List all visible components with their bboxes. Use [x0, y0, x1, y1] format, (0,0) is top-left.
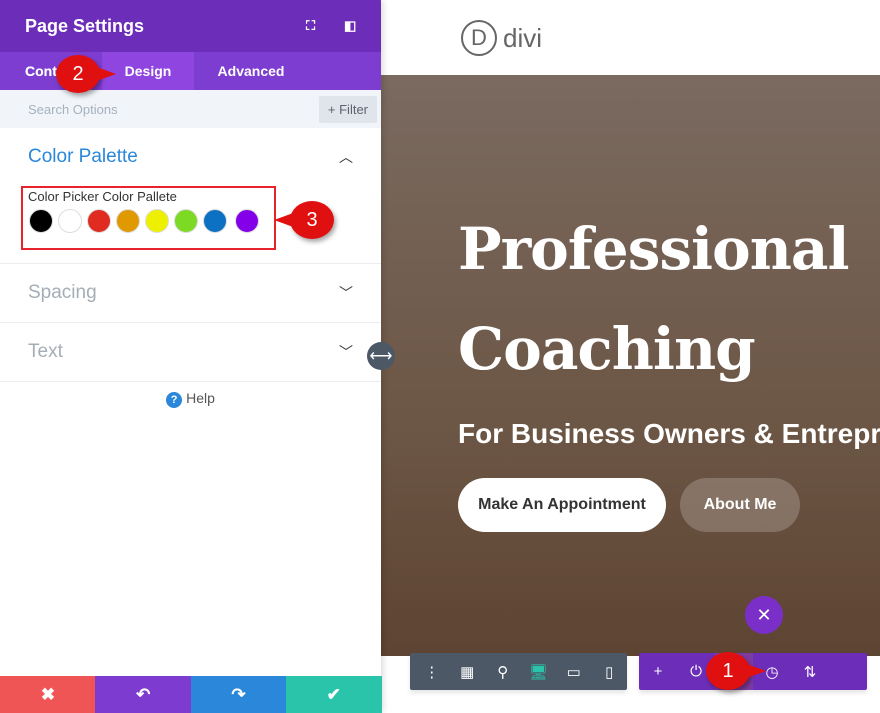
- hero-heading-line1: Professional: [458, 215, 850, 283]
- tablet-icon[interactable]: ▭: [556, 663, 592, 681]
- search-input[interactable]: Search Options: [28, 102, 118, 117]
- close-button[interactable]: ✕: [745, 596, 783, 634]
- help-icon: ?: [166, 392, 183, 408]
- section-title: Spacing: [28, 282, 97, 303]
- phone-icon[interactable]: ▯: [592, 663, 628, 681]
- logo-text: divi: [503, 22, 543, 53]
- color-swatch[interactable]: [58, 209, 82, 233]
- step-marker-1: 1: [706, 652, 766, 690]
- color-swatch[interactable]: [174, 209, 198, 233]
- color-swatch[interactable]: [235, 209, 259, 233]
- more-icon[interactable]: ⋮: [414, 663, 450, 681]
- section-title: Text: [28, 341, 63, 362]
- chevron-down-icon: ﹀: [339, 344, 353, 360]
- filter-button[interactable]: + Filter: [318, 95, 377, 123]
- appointment-button[interactable]: Make An Appointment: [458, 478, 666, 532]
- undo-button[interactable]: ↶: [95, 676, 192, 713]
- color-swatch[interactable]: [29, 209, 53, 233]
- redo-button[interactable]: ↷: [190, 676, 287, 713]
- view-toolbar: ⋮ ▦ ⚲ 🖥 ▭ ▯: [410, 653, 627, 690]
- chevron-up-icon: ︿: [339, 149, 353, 165]
- site-header: Ddivi: [381, 0, 880, 75]
- tab-advanced[interactable]: Advanced: [194, 52, 308, 90]
- hero-heading-line2: Coaching: [458, 315, 756, 383]
- sort-icon[interactable]: ⇅: [791, 663, 829, 681]
- palette-label: Color Picker Color Pallete: [28, 189, 177, 204]
- page-preview: Ddivi Professional Coaching For Business…: [381, 0, 880, 713]
- color-swatch[interactable]: [116, 209, 140, 233]
- section-header[interactable]: Text ﹀: [0, 323, 381, 381]
- resize-handle-icon[interactable]: ⟷: [367, 342, 395, 370]
- section-title: Color Palette: [28, 146, 138, 167]
- fullscreen-icon[interactable]: ⛶: [306, 18, 315, 34]
- help-label: Help: [186, 390, 215, 406]
- color-swatch[interactable]: [87, 209, 111, 233]
- section-header[interactable]: Color Palette ︿: [0, 128, 381, 186]
- zoom-icon[interactable]: ⚲: [485, 663, 521, 681]
- logo-mark: D: [461, 20, 497, 56]
- search-bar: Search Options + Filter: [0, 90, 381, 128]
- about-me-button[interactable]: About Me: [680, 478, 800, 532]
- color-swatch[interactable]: [203, 209, 227, 233]
- discard-button[interactable]: ✖: [0, 676, 96, 713]
- step-marker-3: 3: [274, 201, 334, 239]
- panel-header: Page Settings ⛶ ◧: [0, 0, 381, 52]
- section-header[interactable]: Spacing ﹀: [0, 264, 381, 322]
- divi-logo[interactable]: Ddivi: [461, 20, 542, 56]
- panel-title: Page Settings: [25, 15, 145, 36]
- desktop-icon[interactable]: 🖥: [521, 663, 557, 681]
- color-swatch[interactable]: [145, 209, 169, 233]
- section-spacing: Spacing ﹀: [0, 264, 381, 323]
- hero-subheading: For Business Owners & Entrepreneurs: [458, 418, 880, 449]
- add-icon[interactable]: +: [639, 663, 677, 680]
- tab-content-visible-label: Cont: [25, 63, 57, 79]
- section-text: Text ﹀: [0, 323, 381, 382]
- step-marker-2: 2: [56, 55, 116, 93]
- page-settings-panel: Page Settings ⛶ ◧ Content Cont Design Ad…: [0, 0, 382, 713]
- hero-section: Professional Coaching For Business Owner…: [381, 75, 880, 656]
- wireframe-icon[interactable]: ▦: [450, 663, 486, 681]
- chevron-down-icon: ﹀: [339, 285, 353, 301]
- save-button[interactable]: ✔: [285, 676, 382, 713]
- help-link[interactable]: ? Help: [0, 390, 381, 408]
- split-view-icon[interactable]: ◧: [344, 18, 356, 34]
